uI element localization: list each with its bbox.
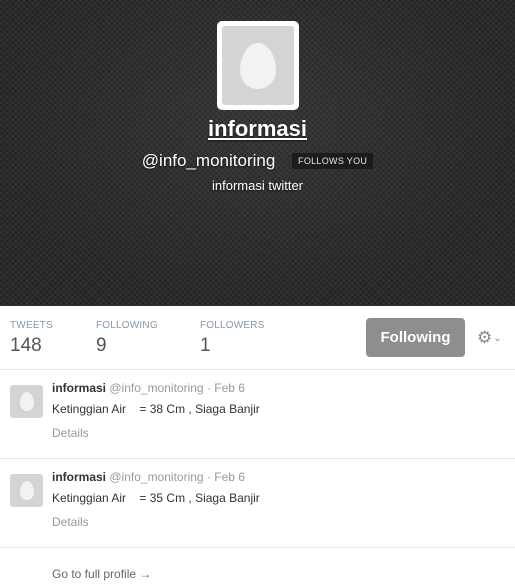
stat-tweets-value: 148 [10, 335, 42, 356]
stat-following[interactable]: FOLLOWING 9 [96, 320, 158, 357]
stat-tweets-label: TWEETS [10, 320, 53, 331]
tweet-author-handle[interactable]: @info_monitoring [109, 381, 203, 395]
stat-following-label: FOLLOWING [96, 320, 158, 331]
profile-header: informasi @info_monitoring FOLLOWS YOU i… [0, 0, 515, 306]
gear-icon: ⚙ [477, 328, 493, 347]
go-to-full-profile-link[interactable]: Go to full profile → [52, 567, 151, 581]
tweet-avatar[interactable] [10, 385, 43, 418]
tweet-header: informasi @info_monitoring · Feb 6 [52, 470, 245, 484]
tweet-timestamp[interactable]: Feb 6 [214, 470, 245, 484]
tweet-text: Ketinggian Air = 38 Cm , Siaga Banjir [52, 402, 260, 416]
tweet-item[interactable]: informasi @info_monitoring · Feb 6 Ketin… [0, 370, 515, 459]
stat-followers[interactable]: FOLLOWERS 1 [200, 320, 265, 357]
tweet-item[interactable]: informasi @info_monitoring · Feb 6 Ketin… [0, 459, 515, 548]
handle-row: @info_monitoring FOLLOWS YOU [0, 150, 515, 171]
following-button[interactable]: Following [366, 318, 465, 357]
tweet-details-link[interactable]: Details [52, 515, 89, 529]
profile-handle: @info_monitoring [141, 150, 276, 170]
profile-bio: informasi twitter [211, 178, 304, 193]
stat-tweets[interactable]: TWEETS 148 [10, 320, 53, 357]
tweet-details-link[interactable]: Details [52, 426, 89, 440]
profile-name-link[interactable]: informasi [0, 116, 515, 142]
tweet-text: Ketinggian Air = 35 Cm , Siaga Banjir [52, 491, 260, 505]
tweet-timestamp[interactable]: Feb 6 [214, 381, 245, 395]
stat-followers-label: FOLLOWERS [200, 320, 265, 331]
egg-avatar-icon [19, 392, 34, 411]
profile-stats-bar: TWEETS 148 FOLLOWING 9 FOLLOWERS 1 Follo… [0, 306, 515, 370]
tweet-author-name[interactable]: informasi [52, 381, 106, 395]
avatar-frame [222, 26, 294, 105]
profile-avatar[interactable] [217, 21, 299, 110]
follows-you-badge: FOLLOWS YOU [292, 152, 374, 169]
chevron-down-icon: ⌄ [493, 333, 502, 344]
tweet-avatar[interactable] [10, 474, 43, 507]
tweet-author-name[interactable]: informasi [52, 470, 106, 484]
egg-avatar-icon [240, 42, 276, 89]
tweet-author-handle[interactable]: @info_monitoring [109, 470, 203, 484]
user-actions-dropdown[interactable]: ⚙⌄ [477, 328, 502, 348]
stat-followers-value: 1 [200, 335, 211, 356]
stat-following-value: 9 [96, 335, 107, 356]
egg-avatar-icon [19, 481, 34, 500]
tweet-header: informasi @info_monitoring · Feb 6 [52, 381, 245, 395]
